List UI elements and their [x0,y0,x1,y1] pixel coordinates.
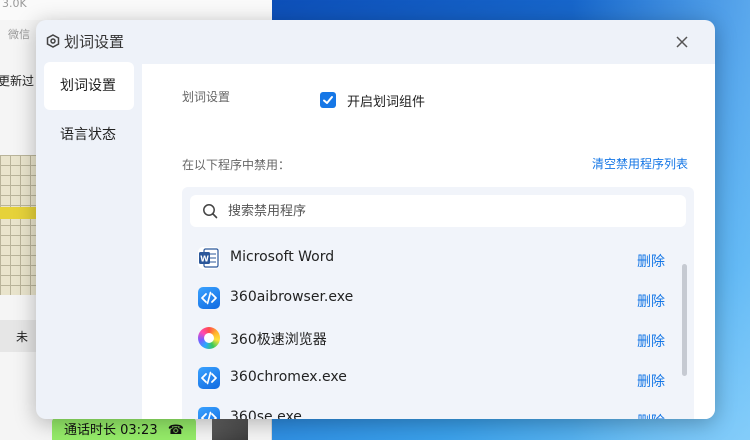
dialog-titlebar[interactable]: 划词设置 [36,20,715,62]
word-icon: W [198,247,220,269]
nav-item-label: 划词设置 [60,78,116,94]
nav-item-language-status[interactable]: 语言状态 [44,111,134,159]
list-item: 360aibrowser.exe 删除 [182,279,694,319]
word-selection-settings-dialog: 划词设置 划词设置 语言状态 划词设置 开启划词组件 在以下程序中禁用： 清空禁… [36,20,715,419]
chat-image-thumbnail[interactable] [0,155,38,295]
settings-content-panel: 划词设置 开启划词组件 在以下程序中禁用： 清空禁用程序列表 搜索禁用程序 W … [142,64,715,419]
nav-item-word-selection[interactable]: 划词设置 [44,62,134,110]
hexagon-settings-icon [46,34,60,48]
delete-button[interactable]: 删除 [637,291,665,311]
code-file-icon [198,407,220,419]
close-icon[interactable] [672,32,692,52]
disabled-programs-list: W Microsoft Word 删除 360aibrowser.exe 删除 [182,239,694,419]
settings-section-label: 划词设置 [182,90,231,104]
phone-icon: ☎ [167,423,184,438]
checkmark-icon [323,96,333,104]
missed-call-text: 未 [16,330,29,344]
chat-top-strip [0,0,272,20]
program-name: 360chromex.exe [230,369,347,385]
delete-button[interactable]: 删除 [637,411,665,419]
program-name: 360aibrowser.exe [230,289,354,305]
list-item: W Microsoft Word 删除 [182,239,694,279]
360-browser-icon [198,327,220,349]
source-text: 微信 [8,28,30,41]
disabled-programs-panel: W Microsoft Word 删除 360aibrowser.exe 删除 [182,187,694,419]
list-item: 360se.exe 删除 [182,399,694,419]
svg-text:W: W [200,255,209,264]
call-duration-text: 通话时长 03:23 [64,423,158,438]
program-name: 360极速浏览器 [230,332,327,348]
search-input[interactable] [228,195,668,227]
delete-button[interactable]: 删除 [637,251,665,271]
settings-sidebar: 划词设置 语言状态 [44,62,134,160]
file-size-text: 3.0K [2,0,27,10]
program-name: 360se.exe [230,409,302,419]
delete-button[interactable]: 删除 [637,331,665,351]
clear-disabled-list-link[interactable]: 清空禁用程序列表 [592,155,688,172]
nav-item-label: 语言状态 [60,127,116,143]
program-name: Microsoft Word [230,249,335,265]
enable-widget-label[interactable]: 开启划词组件 [347,91,425,110]
code-file-icon [198,287,220,309]
delete-button[interactable]: 删除 [637,371,665,391]
list-scrollbar[interactable] [682,264,687,376]
code-file-icon [198,367,220,389]
search-box[interactable] [190,195,686,227]
list-item: 360极速浏览器 删除 [182,319,694,359]
enable-widget-checkbox[interactable] [320,92,336,108]
chat-preview-text: 更新过 [0,74,35,88]
disabled-programs-label: 在以下程序中禁用： [182,158,291,172]
search-icon [203,204,218,219]
call-duration-bubble: 通话时长 03:23 ☎ [52,418,196,440]
dialog-title: 划词设置 [64,33,125,51]
list-item: 360chromex.exe 删除 [182,359,694,399]
missed-call-bubble: 未 [0,320,40,352]
